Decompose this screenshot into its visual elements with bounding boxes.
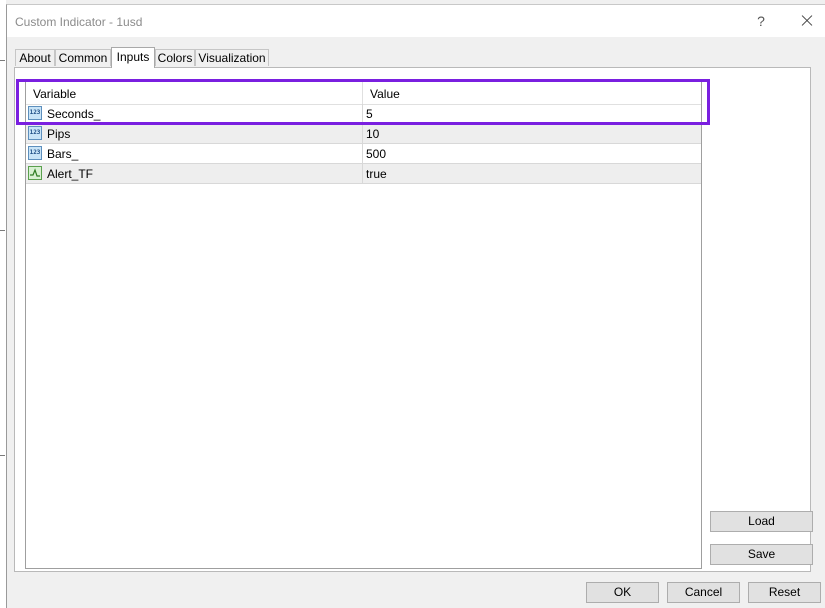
variable-value[interactable]: 5 bbox=[366, 107, 373, 121]
tab-label: Common bbox=[58, 51, 108, 65]
table-row[interactable]: Alert_TF true bbox=[26, 164, 701, 184]
tab-colors[interactable]: Colors bbox=[155, 49, 195, 66]
help-icon: ? bbox=[757, 13, 765, 29]
tab-label: Colors bbox=[157, 51, 193, 65]
column-divider bbox=[362, 124, 363, 143]
variable-value[interactable]: 500 bbox=[366, 147, 386, 161]
boolean-icon-glyph bbox=[30, 168, 40, 177]
help-button[interactable]: ? bbox=[751, 11, 771, 31]
tab-common[interactable]: Common bbox=[55, 49, 111, 66]
variable-name: Pips bbox=[47, 127, 71, 141]
save-button[interactable]: Save bbox=[710, 544, 813, 565]
variable-value[interactable]: true bbox=[366, 167, 387, 181]
variable-value[interactable]: 10 bbox=[366, 127, 379, 141]
number-icon: 123 bbox=[28, 106, 42, 120]
window-title: Custom Indicator - 1usd bbox=[15, 15, 143, 29]
column-divider[interactable] bbox=[362, 82, 363, 104]
inputs-grid[interactable]: Variable Value 123 Seconds_ 5 123 Pips 1… bbox=[25, 81, 702, 569]
variable-name: Alert_TF bbox=[47, 167, 94, 181]
number-icon: 123 bbox=[28, 146, 42, 160]
column-divider bbox=[362, 104, 363, 123]
tab-inputs[interactable]: Inputs bbox=[111, 47, 155, 68]
table-row[interactable]: 123 Bars_ 500 bbox=[26, 144, 701, 164]
tab-label: About bbox=[19, 51, 51, 65]
load-button[interactable]: Load bbox=[710, 511, 813, 532]
boolean-icon bbox=[28, 166, 42, 180]
background-tick bbox=[0, 60, 5, 61]
column-divider bbox=[362, 164, 363, 183]
tab-label: Inputs bbox=[116, 50, 150, 64]
number-icon: 123 bbox=[28, 126, 42, 140]
tab-about[interactable]: About bbox=[15, 49, 55, 66]
variable-name: Seconds_ bbox=[47, 107, 101, 121]
title-bar[interactable]: Custom Indicator - 1usd ? bbox=[7, 5, 825, 37]
tab-label: Visualization bbox=[198, 51, 266, 65]
grid-header: Variable Value bbox=[26, 82, 701, 105]
column-header-variable[interactable]: Variable bbox=[33, 87, 76, 101]
reset-button[interactable]: Reset bbox=[748, 582, 821, 603]
column-divider bbox=[362, 144, 363, 163]
ok-button[interactable]: OK bbox=[586, 582, 659, 603]
background-tick bbox=[0, 455, 5, 456]
variable-name: Bars_ bbox=[47, 147, 79, 161]
table-row[interactable]: 123 Pips 10 bbox=[26, 124, 701, 144]
custom-indicator-dialog: Custom Indicator - 1usd ? About Common I… bbox=[6, 4, 825, 608]
column-header-value[interactable]: Value bbox=[370, 87, 400, 101]
tab-visualization[interactable]: Visualization bbox=[195, 49, 269, 66]
close-button[interactable] bbox=[797, 11, 817, 31]
cancel-button[interactable]: Cancel bbox=[667, 582, 740, 603]
table-row[interactable]: 123 Seconds_ 5 bbox=[26, 104, 701, 124]
background-tick bbox=[0, 230, 5, 231]
